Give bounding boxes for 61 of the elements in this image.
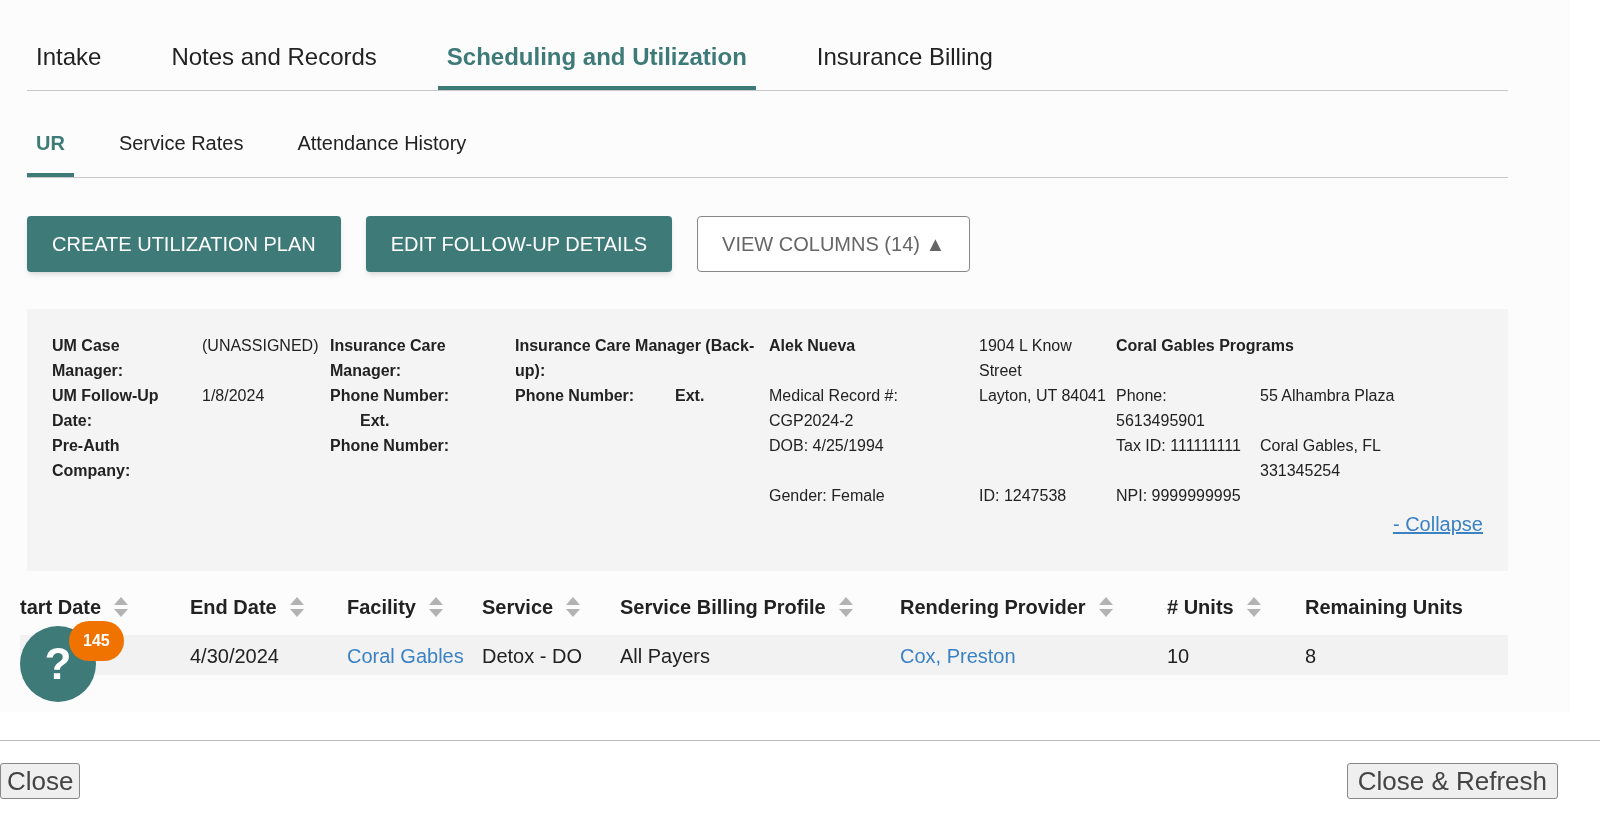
facility-detail: Tax ID: 111111111 [1116,437,1241,454]
column-header[interactable]: Facility [347,592,416,622]
sort-icon [837,596,854,618]
tab[interactable]: Notes and Records [162,28,386,90]
field-label: Phone Number: [330,386,450,406]
table-cell: Detox - DO [482,645,583,667]
table-link[interactable]: Coral Gables [347,645,464,667]
patient-detail: Medical Record #: CGP2024-2 [769,387,898,429]
field-label: Ext. [359,411,390,431]
close-refresh-button[interactable]: Close & Refresh [1346,763,1558,799]
field-label: Pre-Auth Company: [52,436,132,481]
field-label: UM Case Manager: [52,336,125,381]
facility-name: Coral Gables Programs [1116,337,1294,354]
patient-address: ID: 1247538 [979,487,1067,504]
field-label: Ext. [675,386,705,406]
table-cell: All Payers [620,645,711,667]
field-value: 1/8/2024 [202,386,266,406]
field-label: Phone Number: [330,436,450,456]
table-cell: 8 [1305,645,1317,667]
sub-tab[interactable]: UR [27,113,74,177]
column-header[interactable]: Remaining Units [1305,592,1463,622]
field-label: Insurance Care Manager: [330,336,447,381]
collapse-link[interactable]: - Collapse [1392,512,1483,537]
facility-address: Coral Gables, FL 331345254 [1260,437,1381,479]
sort-icon [288,596,305,618]
column-header[interactable]: Service [482,592,554,622]
sub-tab[interactable]: Attendance History [288,113,476,177]
action-button[interactable]: CREATE UTILIZATION PLAN [27,216,341,272]
field-label: Insurance Care Manager (Back-up): [515,336,756,381]
tab[interactable]: Insurance Billing [807,28,1002,90]
table-cell: 10 [1167,645,1190,667]
tab[interactable]: Scheduling and Utilization [437,28,756,90]
patient-detail: Gender: Female [769,487,885,504]
close-button[interactable]: Close [0,763,81,799]
table-cell: 4/30/2024 [190,645,279,667]
table-link[interactable]: Cox, Preston [900,645,1016,667]
field-label: UM Follow-Up Date: [52,386,160,431]
patient-detail: Alek Nueva [769,337,856,354]
sort-icon [113,596,130,618]
column-header[interactable]: # Units [1167,592,1234,622]
sort-icon [1097,596,1114,618]
tab[interactable]: Intake [27,28,111,90]
action-button[interactable]: VIEW COLUMNS (14) ▲ [697,216,971,272]
field-label: Phone Number: [515,386,636,406]
facility-detail: NPI: 9999999995 [1116,487,1241,504]
facility-address: 55 Alhambra Plaza [1260,387,1395,404]
notification-badge: 145 [69,621,124,661]
sub-tab[interactable]: Service Rates [109,113,253,177]
column-header[interactable]: End Date [190,592,277,622]
patient-address: 1904 L Know Street [979,337,1072,379]
sort-icon [427,596,444,618]
column-header[interactable]: tart Date [20,592,102,622]
patient-address: Layton, UT 84041 [979,387,1106,404]
action-button[interactable]: EDIT FOLLOW-UP DETAILS [365,216,673,272]
column-header[interactable]: Service Billing Profile [620,592,826,622]
sort-icon [565,596,582,618]
column-header[interactable]: Rendering Provider [900,592,1086,622]
sort-icon [1245,596,1262,618]
facility-detail: Phone: 5613495901 [1116,387,1205,429]
patient-detail: DOB: 4/25/1994 [769,437,884,454]
field-value: (UNASSIGNED) [202,336,320,356]
